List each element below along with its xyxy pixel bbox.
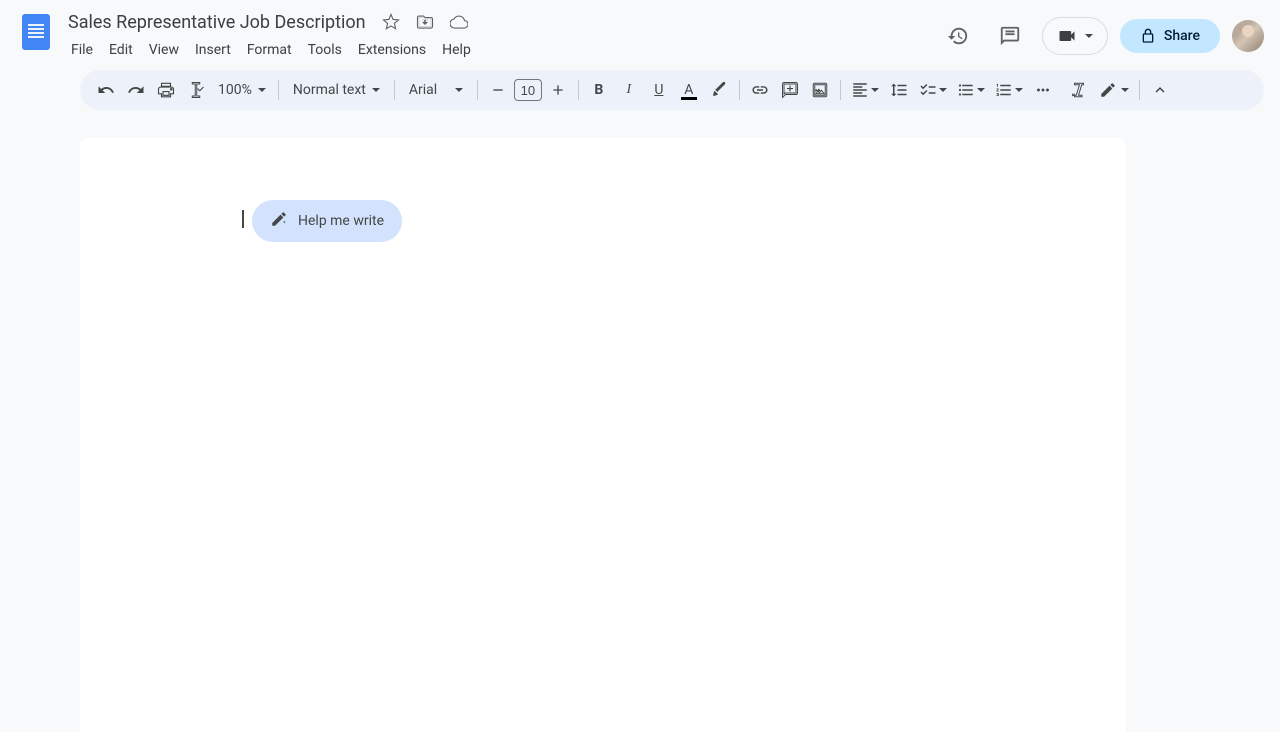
help-me-write-button[interactable]: Help me write (252, 200, 402, 242)
print-button[interactable] (152, 76, 180, 104)
menu-format[interactable]: Format (240, 38, 299, 62)
more-options-button[interactable] (1029, 76, 1057, 104)
star-icon[interactable] (378, 9, 404, 35)
share-button[interactable]: Share (1120, 19, 1220, 53)
undo-button[interactable] (92, 76, 120, 104)
comments-icon[interactable] (990, 16, 1030, 56)
menu-view[interactable]: View (142, 38, 186, 62)
history-icon[interactable] (938, 16, 978, 56)
share-label: Share (1164, 28, 1200, 44)
spellcheck-button[interactable] (182, 76, 210, 104)
toolbar: 100% Normal text Arial B I U A (80, 70, 1264, 110)
chevron-down-icon (1015, 88, 1023, 92)
header-left: Sales Representative Job Description Fil… (16, 8, 478, 62)
font-value: Arial (409, 82, 437, 98)
menu-edit[interactable]: Edit (102, 38, 140, 62)
chevron-down-icon (939, 88, 947, 92)
separator (578, 80, 579, 100)
chevron-down-icon (258, 88, 266, 92)
chevron-down-icon (1085, 34, 1093, 38)
separator (1139, 80, 1140, 100)
header-right: Share (938, 16, 1264, 56)
menu-help[interactable]: Help (435, 38, 478, 62)
menu-tools[interactable]: Tools (301, 38, 349, 62)
numbered-list-button[interactable] (991, 76, 1027, 104)
highlight-color-button[interactable] (705, 76, 733, 104)
chevron-down-icon (977, 88, 985, 92)
text-cursor (242, 210, 244, 228)
font-size-decrease-button[interactable] (484, 76, 512, 104)
insert-image-button[interactable] (806, 76, 834, 104)
align-button[interactable] (847, 76, 883, 104)
zoom-select[interactable]: 100% (212, 78, 272, 102)
redo-button[interactable] (122, 76, 150, 104)
header: Sales Representative Job Description Fil… (0, 0, 1280, 62)
add-comment-button[interactable] (776, 76, 804, 104)
bullet-list-button[interactable] (953, 76, 989, 104)
text-color-button[interactable]: A (675, 76, 703, 104)
separator (840, 80, 841, 100)
clear-formatting-button[interactable] (1065, 76, 1093, 104)
menu-insert[interactable]: Insert (188, 38, 238, 62)
chevron-down-icon (1121, 88, 1129, 92)
collapse-toolbar-button[interactable] (1146, 76, 1174, 104)
menu-bar: File Edit View Insert Format Tools Exten… (64, 38, 478, 62)
video-icon (1057, 26, 1077, 46)
separator (739, 80, 740, 100)
move-icon[interactable] (412, 9, 438, 35)
style-value: Normal text (293, 82, 366, 98)
zoom-value: 100% (218, 82, 252, 98)
meet-button[interactable] (1042, 17, 1108, 55)
text-style-select[interactable]: Normal text (285, 78, 388, 102)
font-size-input[interactable] (514, 79, 542, 101)
checklist-button[interactable] (915, 76, 951, 104)
italic-button[interactable]: I (615, 76, 643, 104)
insert-link-button[interactable] (746, 76, 774, 104)
chevron-down-icon (455, 88, 463, 92)
document-title[interactable]: Sales Representative Job Description (64, 10, 370, 35)
bold-button[interactable]: B (585, 76, 613, 104)
lock-icon (1140, 28, 1156, 44)
title-section: Sales Representative Job Description Fil… (64, 8, 478, 62)
cloud-status-icon[interactable] (446, 9, 472, 35)
chevron-down-icon (372, 88, 380, 92)
chevron-down-icon (871, 88, 879, 92)
menu-extensions[interactable]: Extensions (351, 38, 433, 62)
help-me-write-label: Help me write (298, 213, 384, 229)
separator (394, 80, 395, 100)
menu-file[interactable]: File (64, 38, 100, 62)
title-row: Sales Representative Job Description (64, 8, 478, 36)
document-area: Help me write (16, 122, 1280, 732)
document-page[interactable]: Help me write (80, 138, 1126, 732)
editing-mode-button[interactable] (1095, 76, 1133, 104)
font-size-increase-button[interactable] (544, 76, 572, 104)
separator (278, 80, 279, 100)
underline-button[interactable]: U (645, 76, 673, 104)
user-avatar[interactable] (1232, 20, 1264, 52)
separator (477, 80, 478, 100)
docs-logo[interactable] (16, 12, 56, 52)
line-spacing-button[interactable] (885, 76, 913, 104)
magic-pencil-icon (270, 210, 288, 232)
font-select[interactable]: Arial (401, 78, 471, 102)
